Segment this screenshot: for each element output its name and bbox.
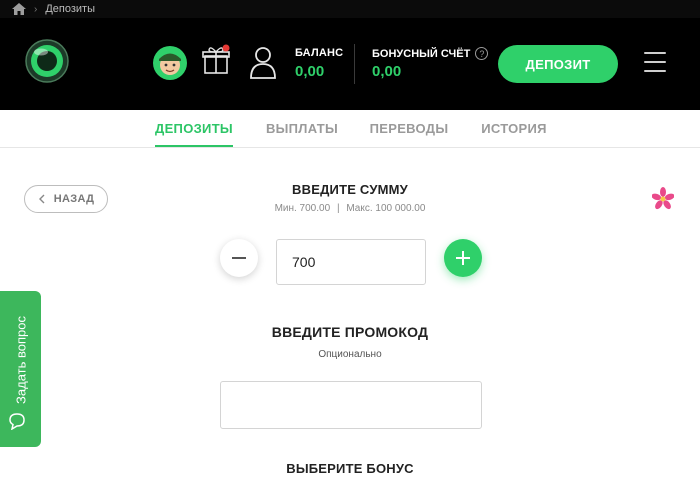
minus-icon: [232, 257, 246, 259]
decrease-amount-button[interactable]: [220, 239, 258, 277]
tab-payouts[interactable]: ВЫПЛАТЫ: [266, 110, 338, 146]
profile-icon[interactable]: [249, 46, 277, 80]
amount-title: ВВЕДИТЕ СУММУ: [292, 182, 408, 197]
bonus-title: ВЫБЕРИТЕ БОНУС: [286, 461, 414, 476]
chat-icon: [9, 413, 25, 430]
back-button[interactable]: НАЗАД: [24, 185, 108, 213]
casino-logo[interactable]: [24, 38, 70, 84]
tab-deposits[interactable]: ДЕПОЗИТЫ: [155, 110, 233, 147]
breadcrumb-item-deposits: Депозиты: [45, 3, 95, 15]
increase-amount-button[interactable]: [444, 239, 482, 277]
home-icon[interactable]: [12, 3, 26, 15]
ask-question-label-wrap: Задать вопрос: [11, 310, 31, 410]
user-avatar[interactable]: [153, 46, 187, 80]
amount-limits: Мин. 700.00 | Макс. 100 000.00: [274, 203, 426, 214]
back-button-label: НАЗАД: [53, 193, 95, 205]
deposit-page: › Депозиты БАЛАНС 0,00 БОНУСНЫЙ СЧЁТ ? 0…: [0, 0, 700, 481]
promo-title: ВВЕДИТЕ ПРОМОКОД: [271, 324, 429, 340]
payment-tabs: ДЕПОЗИТЫ ВЫПЛАТЫ ПЕРЕВОДЫ ИСТОРИЯ: [0, 110, 700, 148]
ask-question-label: Задать вопрос: [13, 316, 29, 404]
plus-icon: [456, 251, 470, 265]
deposit-button[interactable]: ДЕПОЗИТ: [498, 45, 618, 83]
tab-transfers[interactable]: ПЕРЕВОДЫ: [369, 110, 449, 146]
amount-min: Мин. 700.00: [274, 203, 331, 214]
bonus-account-value: 0,00: [372, 63, 402, 80]
balance-label: БАЛАНС: [295, 47, 344, 59]
promo-code-input[interactable]: [220, 381, 482, 429]
amount-max: Макс. 100 000.00: [346, 203, 426, 214]
promo-optional-label: Опционально: [318, 349, 382, 360]
gift-icon[interactable]: [201, 44, 231, 76]
bonus-account-label-text: БОНУСНЫЙ СЧЁТ: [372, 47, 471, 60]
amount-input[interactable]: [276, 239, 426, 285]
site-header: БАЛАНС 0,00 БОНУСНЫЙ СЧЁТ ? 0,00 ДЕПОЗИТ: [0, 18, 700, 110]
breadcrumb: › Депозиты: [0, 0, 700, 18]
help-icon[interactable]: ?: [475, 47, 489, 60]
balance-value: 0,00: [295, 63, 325, 80]
bonus-account-label: БОНУСНЫЙ СЧЁТ ?: [372, 47, 489, 60]
tab-history[interactable]: ИСТОРИЯ: [480, 110, 548, 146]
breadcrumb-separator: ›: [34, 3, 38, 15]
hamburger-menu-icon[interactable]: [644, 52, 666, 72]
chevron-left-icon: [38, 194, 45, 204]
flower-icon: [652, 187, 674, 210]
header-divider: [354, 44, 355, 84]
